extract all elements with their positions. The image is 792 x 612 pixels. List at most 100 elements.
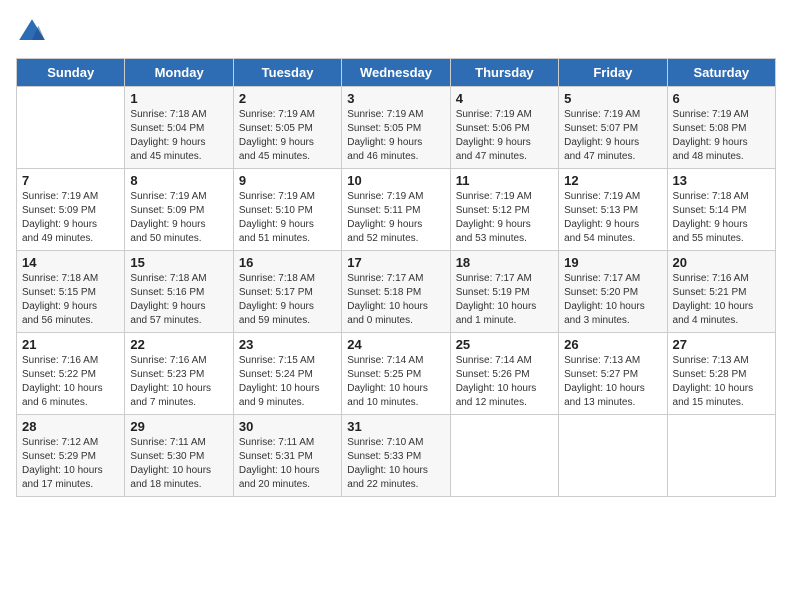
day-number: 27 — [673, 337, 770, 352]
day-detail: Sunrise: 7:11 AM Sunset: 5:31 PM Dayligh… — [239, 436, 336, 492]
day-number: 24 — [347, 337, 444, 352]
calendar-table: SundayMondayTuesdayWednesdayThursdayFrid… — [16, 58, 776, 497]
calendar-cell: 8 Sunrise: 7:19 AM Sunset: 5:09 PM Daylig… — [125, 169, 233, 251]
calendar-cell: 24 Sunrise: 7:14 AM Sunset: 5:25 PM Dayli… — [342, 333, 450, 415]
day-detail: Sunrise: 7:19 AM Sunset: 5:12 PM Dayligh… — [456, 190, 553, 246]
day-detail: Sunrise: 7:19 AM Sunset: 5:11 PM Dayligh… — [347, 190, 444, 246]
day-number: 28 — [22, 419, 119, 434]
day-number: 7 — [22, 173, 119, 188]
header-row: SundayMondayTuesdayWednesdayThursdayFrid… — [17, 59, 776, 87]
day-detail: Sunrise: 7:13 AM Sunset: 5:28 PM Dayligh… — [673, 354, 770, 410]
calendar-cell: 12 Sunrise: 7:19 AM Sunset: 5:13 PM Dayli… — [559, 169, 667, 251]
day-detail: Sunrise: 7:19 AM Sunset: 5:06 PM Dayligh… — [456, 108, 553, 164]
day-detail: Sunrise: 7:18 AM Sunset: 5:14 PM Dayligh… — [673, 190, 770, 246]
day-number: 17 — [347, 255, 444, 270]
calendar-cell: 21 Sunrise: 7:16 AM Sunset: 5:22 PM Dayli… — [17, 333, 125, 415]
day-number: 9 — [239, 173, 336, 188]
calendar-cell: 19 Sunrise: 7:17 AM Sunset: 5:20 PM Dayli… — [559, 251, 667, 333]
calendar-cell: 26 Sunrise: 7:13 AM Sunset: 5:27 PM Dayli… — [559, 333, 667, 415]
calendar-cell: 18Sunrise: 7:17 AM Sunset: 5:19 PM Dayli… — [450, 251, 558, 333]
calendar-cell: 9 Sunrise: 7:19 AM Sunset: 5:10 PM Daylig… — [233, 169, 341, 251]
day-detail: Sunrise: 7:16 AM Sunset: 5:23 PM Dayligh… — [130, 354, 227, 410]
calendar-cell: 2 Sunrise: 7:19 AM Sunset: 5:05 PM Daylig… — [233, 87, 341, 169]
week-row-3: 14 Sunrise: 7:18 AM Sunset: 5:15 PM Dayli… — [17, 251, 776, 333]
col-header-thursday: Thursday — [450, 59, 558, 87]
week-row-5: 28Sunrise: 7:12 AM Sunset: 5:29 PM Dayli… — [17, 415, 776, 497]
calendar-cell: 3Sunrise: 7:19 AM Sunset: 5:05 PM Daylig… — [342, 87, 450, 169]
day-detail: Sunrise: 7:10 AM Sunset: 5:33 PM Dayligh… — [347, 436, 444, 492]
col-header-tuesday: Tuesday — [233, 59, 341, 87]
calendar-cell: 23 Sunrise: 7:15 AM Sunset: 5:24 PM Dayli… — [233, 333, 341, 415]
calendar-cell: 13 Sunrise: 7:18 AM Sunset: 5:14 PM Dayli… — [667, 169, 775, 251]
calendar-cell: 1 Sunrise: 7:18 AM Sunset: 5:04 PM Daylig… — [125, 87, 233, 169]
day-number: 8 — [130, 173, 227, 188]
calendar-cell — [17, 87, 125, 169]
calendar-cell: 29Sunrise: 7:11 AM Sunset: 5:30 PM Dayli… — [125, 415, 233, 497]
day-detail: Sunrise: 7:17 AM Sunset: 5:19 PM Dayligh… — [456, 272, 553, 328]
logo — [16, 16, 52, 48]
col-header-friday: Friday — [559, 59, 667, 87]
calendar-cell: 14 Sunrise: 7:18 AM Sunset: 5:15 PM Dayli… — [17, 251, 125, 333]
calendar-cell: 20 Sunrise: 7:16 AM Sunset: 5:21 PM Dayli… — [667, 251, 775, 333]
day-detail: Sunrise: 7:16 AM Sunset: 5:22 PM Dayligh… — [22, 354, 119, 410]
day-detail: Sunrise: 7:17 AM Sunset: 5:18 PM Dayligh… — [347, 272, 444, 328]
week-row-4: 21 Sunrise: 7:16 AM Sunset: 5:22 PM Dayli… — [17, 333, 776, 415]
day-number: 30 — [239, 419, 336, 434]
week-row-1: 1 Sunrise: 7:18 AM Sunset: 5:04 PM Daylig… — [17, 87, 776, 169]
calendar-cell: 11Sunrise: 7:19 AM Sunset: 5:12 PM Dayli… — [450, 169, 558, 251]
calendar-cell: 16 Sunrise: 7:18 AM Sunset: 5:17 PM Dayli… — [233, 251, 341, 333]
day-number: 23 — [239, 337, 336, 352]
day-detail: Sunrise: 7:17 AM Sunset: 5:20 PM Dayligh… — [564, 272, 661, 328]
day-detail: Sunrise: 7:14 AM Sunset: 5:25 PM Dayligh… — [347, 354, 444, 410]
day-detail: Sunrise: 7:19 AM Sunset: 5:10 PM Dayligh… — [239, 190, 336, 246]
day-number: 14 — [22, 255, 119, 270]
day-detail: Sunrise: 7:19 AM Sunset: 5:09 PM Dayligh… — [22, 190, 119, 246]
day-detail: Sunrise: 7:19 AM Sunset: 5:13 PM Dayligh… — [564, 190, 661, 246]
calendar-cell: 22 Sunrise: 7:16 AM Sunset: 5:23 PM Dayli… — [125, 333, 233, 415]
day-number: 25 — [456, 337, 553, 352]
col-header-monday: Monday — [125, 59, 233, 87]
day-detail: Sunrise: 7:18 AM Sunset: 5:15 PM Dayligh… — [22, 272, 119, 328]
day-number: 2 — [239, 91, 336, 106]
calendar-cell — [559, 415, 667, 497]
calendar-cell — [450, 415, 558, 497]
logo-icon — [16, 16, 48, 48]
calendar-cell: 27 Sunrise: 7:13 AM Sunset: 5:28 PM Dayli… — [667, 333, 775, 415]
day-number: 5 — [564, 91, 661, 106]
day-detail: Sunrise: 7:18 AM Sunset: 5:04 PM Dayligh… — [130, 108, 227, 164]
day-number: 19 — [564, 255, 661, 270]
calendar-cell: 28Sunrise: 7:12 AM Sunset: 5:29 PM Dayli… — [17, 415, 125, 497]
day-number: 16 — [239, 255, 336, 270]
day-number: 15 — [130, 255, 227, 270]
day-number: 6 — [673, 91, 770, 106]
day-number: 20 — [673, 255, 770, 270]
day-detail: Sunrise: 7:14 AM Sunset: 5:26 PM Dayligh… — [456, 354, 553, 410]
calendar-cell: 6Sunrise: 7:19 AM Sunset: 5:08 PM Daylig… — [667, 87, 775, 169]
day-detail: Sunrise: 7:16 AM Sunset: 5:21 PM Dayligh… — [673, 272, 770, 328]
col-header-wednesday: Wednesday — [342, 59, 450, 87]
week-row-2: 7 Sunrise: 7:19 AM Sunset: 5:09 PM Daylig… — [17, 169, 776, 251]
day-detail: Sunrise: 7:15 AM Sunset: 5:24 PM Dayligh… — [239, 354, 336, 410]
page-header — [16, 16, 776, 48]
calendar-cell: 5Sunrise: 7:19 AM Sunset: 5:07 PM Daylig… — [559, 87, 667, 169]
calendar-cell: 7 Sunrise: 7:19 AM Sunset: 5:09 PM Daylig… — [17, 169, 125, 251]
calendar-cell: 17 Sunrise: 7:17 AM Sunset: 5:18 PM Dayli… — [342, 251, 450, 333]
calendar-cell — [667, 415, 775, 497]
day-number: 26 — [564, 337, 661, 352]
day-number: 22 — [130, 337, 227, 352]
day-number: 12 — [564, 173, 661, 188]
day-detail: Sunrise: 7:19 AM Sunset: 5:05 PM Dayligh… — [239, 108, 336, 164]
col-header-saturday: Saturday — [667, 59, 775, 87]
day-number: 31 — [347, 419, 444, 434]
day-detail: Sunrise: 7:18 AM Sunset: 5:16 PM Dayligh… — [130, 272, 227, 328]
day-number: 21 — [22, 337, 119, 352]
day-number: 13 — [673, 173, 770, 188]
day-detail: Sunrise: 7:13 AM Sunset: 5:27 PM Dayligh… — [564, 354, 661, 410]
day-detail: Sunrise: 7:18 AM Sunset: 5:17 PM Dayligh… — [239, 272, 336, 328]
calendar-cell: 31 Sunrise: 7:10 AM Sunset: 5:33 PM Dayli… — [342, 415, 450, 497]
day-detail: Sunrise: 7:19 AM Sunset: 5:09 PM Dayligh… — [130, 190, 227, 246]
day-number: 1 — [130, 91, 227, 106]
calendar-cell: 4Sunrise: 7:19 AM Sunset: 5:06 PM Daylig… — [450, 87, 558, 169]
day-number: 10 — [347, 173, 444, 188]
calendar-cell: 25 Sunrise: 7:14 AM Sunset: 5:26 PM Dayli… — [450, 333, 558, 415]
